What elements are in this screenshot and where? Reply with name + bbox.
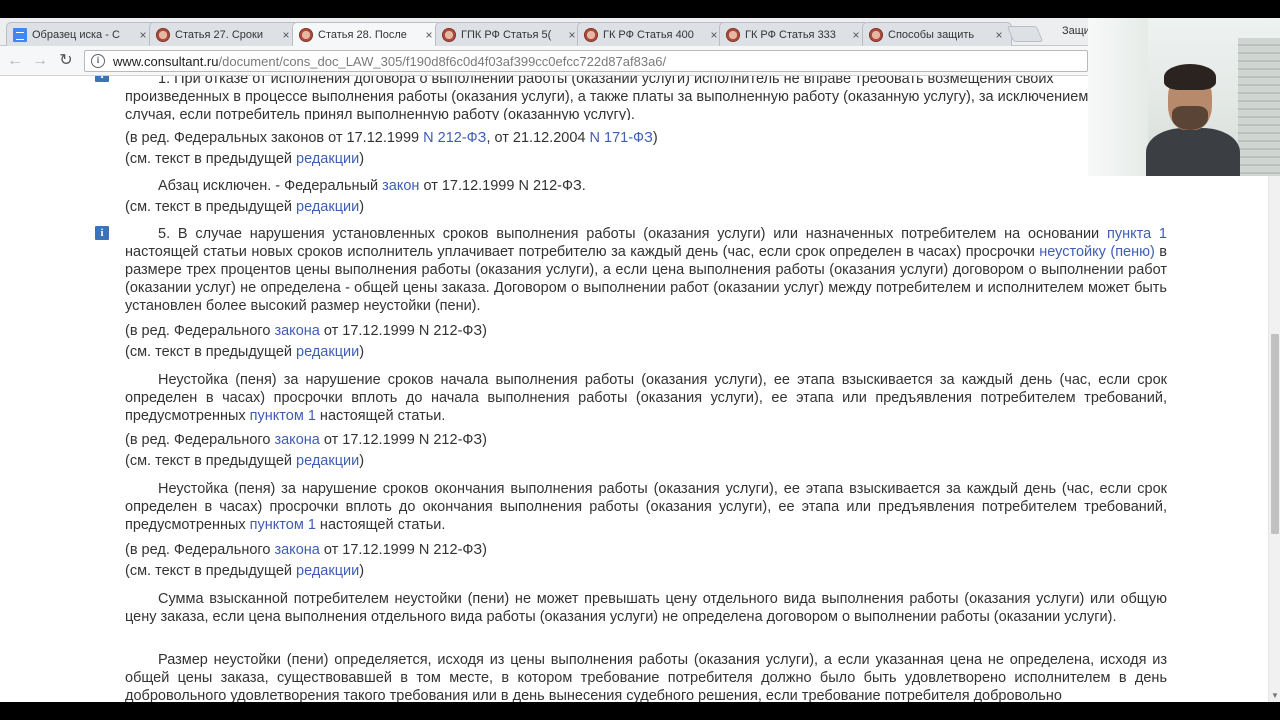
tab-label: ГК РФ Статья 400 [603,28,694,41]
close-icon[interactable]: × [993,28,1005,42]
paragraph-4: 1. При отказе от исполнения договора о в… [125,76,1089,120]
penalty-link[interactable]: неустойку (пеню) [1039,244,1155,260]
scrollbar-thumb[interactable] [1271,334,1279,534]
clause-1-link[interactable]: пункта 1 [1107,226,1167,242]
reload-icon[interactable]: ↻ [56,51,76,71]
tab-obrazets-iska[interactable]: Образец иска - C × [6,22,156,46]
new-tab-button[interactable] [1006,26,1044,42]
tab-gk-statya-333[interactable]: ГК РФ Статья 333 × [719,22,869,46]
edition-link[interactable]: редакции [296,199,359,215]
see-previous-edition: (см. текст в предыдущей редакции) [125,453,365,469]
consultant-icon [584,27,598,42]
video-bottom-bar [0,702,1280,720]
edition-link[interactable]: редакции [296,151,359,167]
revision-note: (в ред. Федерального закона от 17.12.199… [125,323,488,339]
excluded-paragraph: Абзац исключен. - Федеральный закон от 1… [158,178,586,194]
forward-arrow-icon[interactable]: → [30,51,50,71]
edition-link[interactable]: редакции [296,453,359,469]
webcam-shelf [1238,38,1280,176]
tab-gk-statya-400[interactable]: ГК РФ Статья 400 × [577,22,727,46]
paragraph-penalty-start: Неустойка (пеня) за нарушение сроков нач… [125,372,1167,424]
see-previous-edition: (см. текст в предыдущей редакции) [125,151,365,167]
tab-gpk-statya-5[interactable]: ГПК РФ Статья 5( × [435,22,585,46]
law-link-212[interactable]: N 212-ФЗ [423,130,486,146]
tab-label: ГК РФ Статья 333 [745,28,836,41]
tab-overflow-label: Защи [1062,25,1090,37]
tab-label: Статья 28. После [318,28,407,41]
url-path: /document/cons_doc_LAW_305/f190d8f6c0d4f… [218,53,667,69]
tab-label: Образец иска - C [32,28,120,41]
law-link[interactable]: закона [274,542,319,558]
address-bar[interactable]: i www.consultant.ru/document/cons_doc_LA… [84,50,1088,72]
law-link-171[interactable]: N 171-ФЗ [590,130,653,146]
close-icon[interactable]: × [850,28,862,42]
consultant-icon [299,27,313,42]
see-previous-edition: (см. текст в предыдущей редакции) [125,199,365,215]
law-link[interactable]: закона [274,323,319,339]
see-previous-edition: (см. текст в предыдущей редакции) [125,344,365,360]
webcam-overlay [1088,18,1280,176]
presenter-hair [1164,64,1216,90]
tab-label: ГПК РФ Статья 5( [461,28,552,41]
google-docs-icon [13,27,27,42]
tab-statya-27[interactable]: Статья 27. Сроки × [149,22,299,46]
scroll-down-arrow-icon[interactable]: ▼ [1270,692,1280,700]
presenter-body [1146,128,1240,176]
paragraph-penalty-limit: Сумма взысканной потребителем неустойки … [125,591,1167,625]
site-info-icon[interactable]: i [91,54,105,68]
close-icon[interactable]: × [137,28,149,42]
consultant-icon [726,27,740,42]
edition-link[interactable]: редакции [296,563,359,579]
tab-statya-28[interactable]: Статья 28. После × [292,22,442,46]
webcam-wall [1088,18,1148,176]
info-icon[interactable]: i [95,76,109,82]
document-content: i 1. При отказе от исполнения договора о… [0,76,1268,702]
back-arrow-icon[interactable]: ← [5,51,25,71]
edition-link[interactable]: редакции [296,344,359,360]
law-link[interactable]: закон [382,178,419,194]
revision-note: (в ред. Федерального закона от 17.12.199… [125,432,488,448]
close-icon[interactable]: × [423,28,435,42]
law-link[interactable]: закона [274,432,319,448]
clause-1-link[interactable]: пунктом 1 [250,408,316,424]
paragraph-penalty-size: Размер неустойки (пени) определяется, ис… [125,652,1167,702]
revision-note: (в ред. Федерального закона от 17.12.199… [125,542,488,558]
consultant-icon [156,27,170,42]
clause-1-link[interactable]: пунктом 1 [250,517,316,533]
presenter-beard [1172,106,1208,130]
tab-sposoby-zashchity[interactable]: Способы защить × [862,22,1012,46]
tab-label: Статья 27. Сроки [175,28,263,41]
info-icon[interactable]: i [95,226,109,240]
url-host: www.consultant.ru [113,53,219,69]
consultant-icon [442,27,456,42]
video-top-bar [0,0,1280,18]
paragraph-5: 5. В случае нарушения установленных срок… [125,226,1167,314]
tab-label: Способы защить [888,28,975,41]
consultant-icon [869,27,883,42]
revision-note: (в ред. Федеральных законов от 17.12.199… [125,130,658,146]
paragraph-penalty-end: Неустойка (пеня) за нарушение сроков око… [125,481,1167,533]
close-icon[interactable]: × [280,28,292,42]
see-previous-edition: (см. текст в предыдущей редакции) [125,563,365,579]
